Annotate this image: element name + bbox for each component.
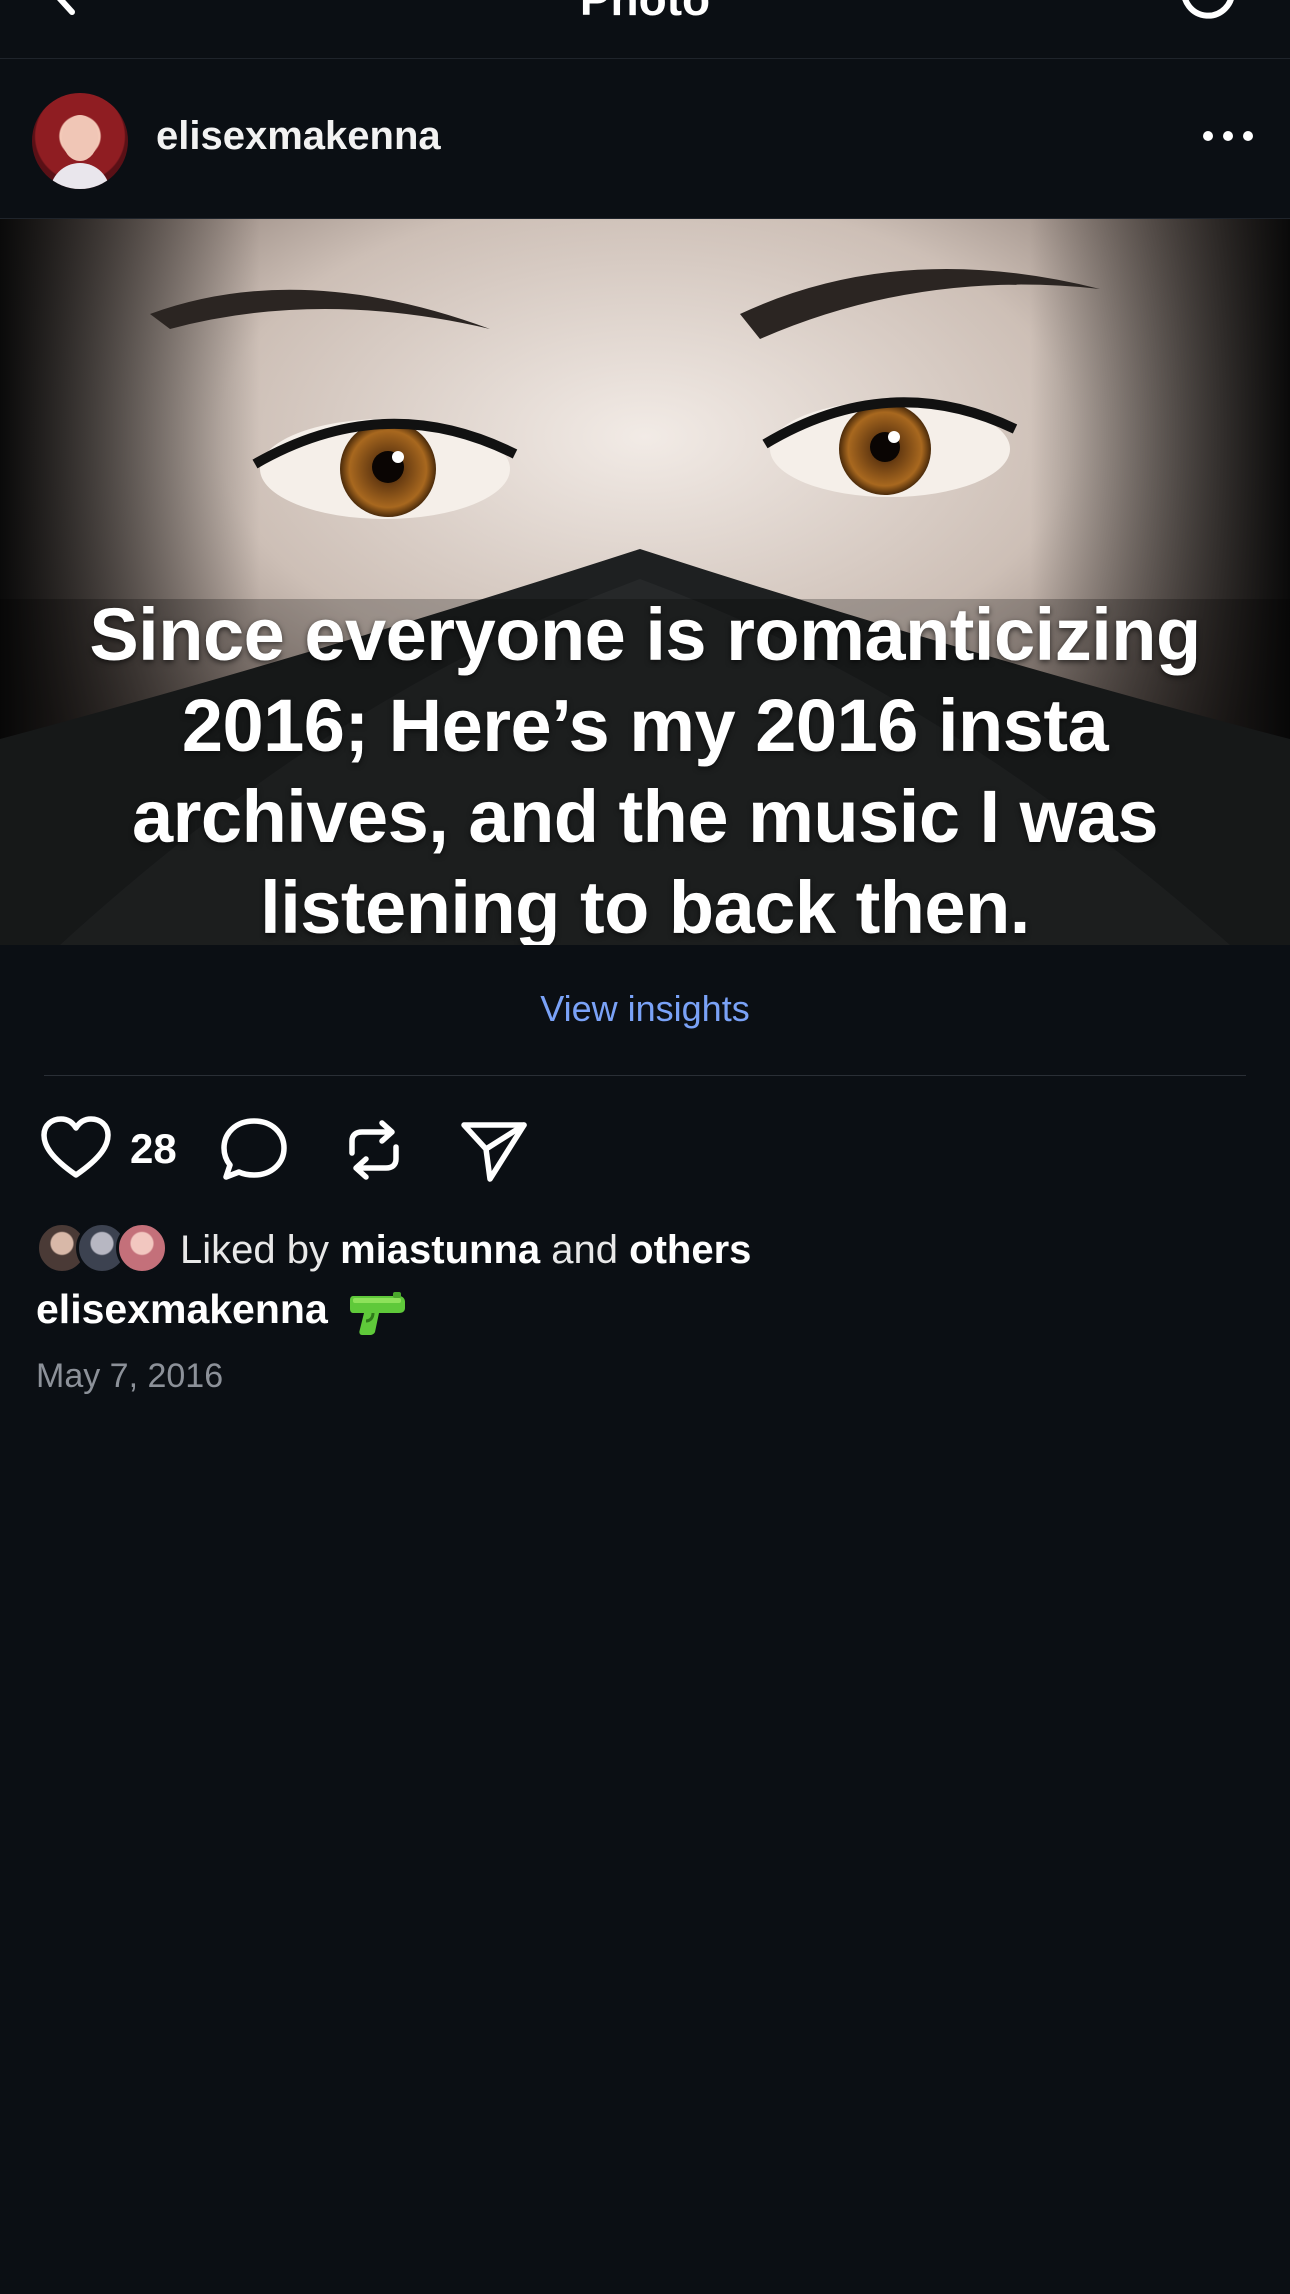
post-date: May 7, 2016 <box>36 1357 224 1395</box>
liked-by-prefix: Liked by <box>180 1228 329 1272</box>
liked-by-user[interactable]: miastunna <box>340 1228 540 1272</box>
action-bar: 28 <box>40 1115 640 1185</box>
heart-icon[interactable] <box>40 1115 112 1185</box>
liker-avatar <box>116 1222 168 1274</box>
comment-icon[interactable] <box>218 1115 290 1185</box>
liked-by-and: and <box>551 1228 619 1272</box>
top-nav-bar: Photo <box>0 0 1290 59</box>
caption-username[interactable]: elisexmakenna <box>36 1286 328 1332</box>
post-header: elisexmakenna <box>0 58 1290 219</box>
post-username[interactable]: elisexmakenna <box>156 114 441 159</box>
avatar[interactable] <box>32 93 128 189</box>
liked-by-row[interactable]: Liked by miastunna and others <box>36 1222 1036 1278</box>
like-count[interactable]: 28 <box>130 1125 177 1173</box>
post-photo[interactable]: Since everyone is romanticizing 2016; He… <box>0 219 1290 945</box>
refresh-icon[interactable] <box>1176 0 1240 24</box>
water-pistol-icon <box>350 1292 406 1336</box>
liked-by-text: Liked by miastunna and others <box>180 1228 751 1273</box>
page-title: Photo <box>0 0 1290 26</box>
post-detail-screen: Photo elisexmakenna <box>0 0 1290 2294</box>
divider <box>44 1075 1246 1076</box>
caption: elisexmakenna <box>36 1286 407 1336</box>
more-horizontal-icon[interactable] <box>1202 128 1254 144</box>
share-icon[interactable] <box>458 1115 530 1185</box>
repost-icon[interactable] <box>338 1115 410 1185</box>
photo-overlay-text: Since everyone is romanticizing 2016; He… <box>89 593 1201 945</box>
liked-by-others[interactable]: others <box>629 1228 751 1272</box>
view-insights-link[interactable]: View insights <box>0 988 1290 1030</box>
